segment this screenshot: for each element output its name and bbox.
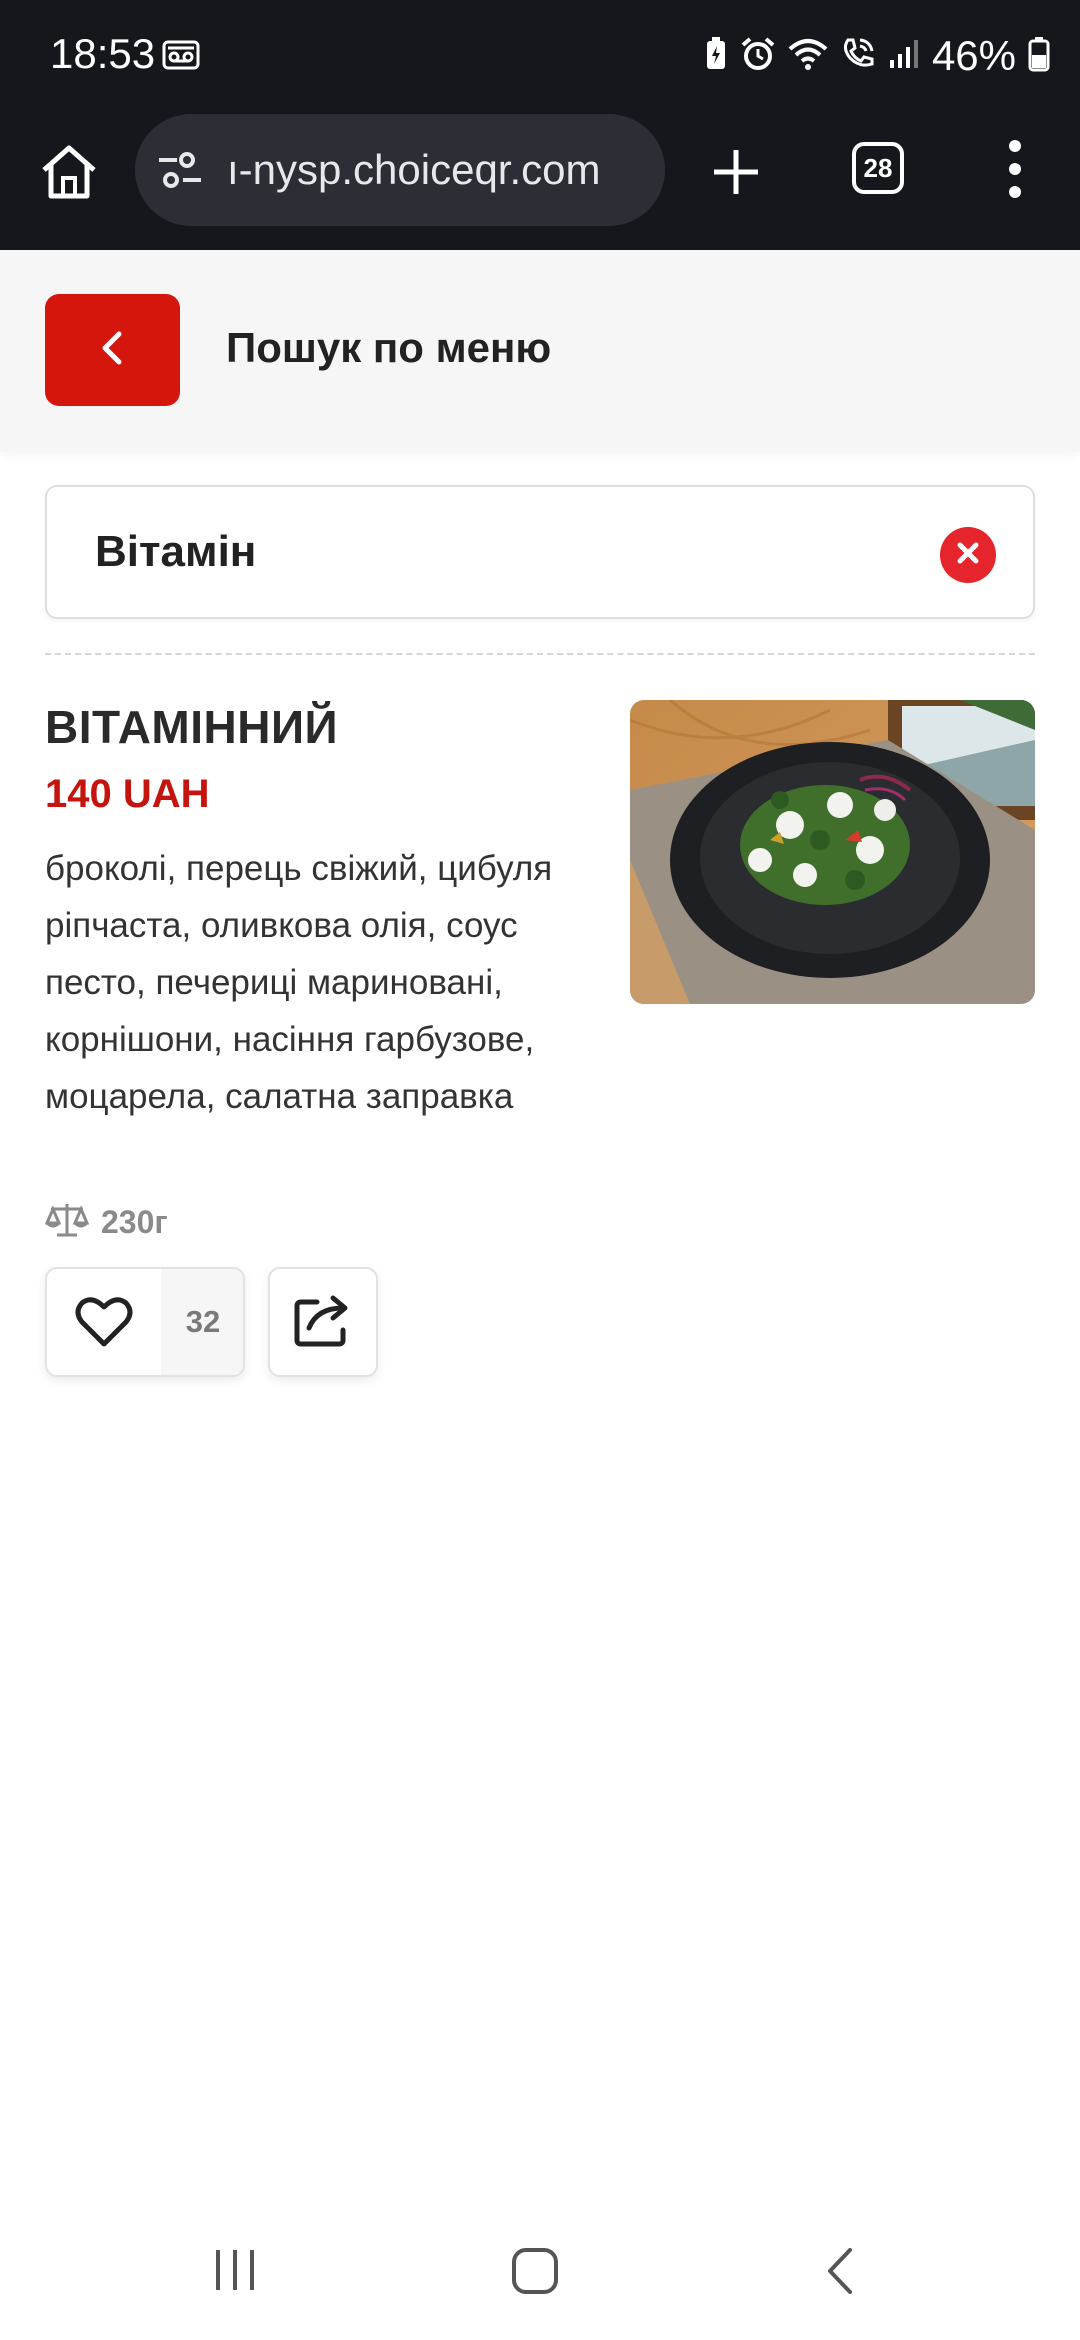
- tabs-icon[interactable]: 28: [852, 142, 904, 194]
- home-button-icon[interactable]: [510, 2246, 560, 2301]
- item-name[interactable]: ВІТАМІННИЙ: [45, 700, 338, 754]
- wifi-icon: [788, 37, 828, 76]
- browser-toolbar: ı-nysp.choiceqr.com 28: [0, 114, 1080, 250]
- search-box: [45, 485, 1035, 619]
- chevron-left-icon: [93, 328, 133, 373]
- close-icon: [954, 539, 982, 572]
- signal-icon: [888, 38, 920, 75]
- site-settings-icon[interactable]: [157, 150, 203, 195]
- share-icon: [293, 1292, 353, 1353]
- like-button[interactable]: 32: [45, 1267, 245, 1377]
- url-text[interactable]: ı-nysp.choiceqr.com: [227, 146, 657, 194]
- more-vert-icon[interactable]: [1000, 134, 1030, 204]
- page-header: Пошук по меню: [0, 250, 1080, 452]
- weight-row: 230г: [44, 1200, 168, 1244]
- home-icon[interactable]: [36, 140, 102, 206]
- like-count: 32: [161, 1269, 243, 1375]
- item-price: 140 UAH: [45, 772, 210, 816]
- back-icon[interactable]: [822, 2246, 858, 2301]
- heart-icon[interactable]: [47, 1269, 161, 1375]
- back-button[interactable]: [45, 294, 180, 406]
- item-weight: 230г: [101, 1203, 168, 1240]
- item-description: броколі, перець свіжий, цибуля ріпчаста,…: [45, 849, 553, 1116]
- plus-icon[interactable]: [704, 140, 768, 204]
- page-title: Пошук по меню: [226, 324, 552, 371]
- battery-icon: [1028, 36, 1050, 77]
- item-photo[interactable]: [630, 700, 1035, 1004]
- wifi-call-icon: [840, 36, 876, 77]
- divider: [45, 653, 1035, 655]
- system-nav-bar: [0, 2200, 1080, 2340]
- voicemail-icon: [162, 40, 200, 75]
- status-bar: 18:53 46%: [0, 0, 1080, 114]
- status-time: 18:53: [50, 30, 156, 77]
- battery-saver-icon: [704, 36, 728, 77]
- alarm-icon: [740, 36, 776, 77]
- search-input[interactable]: [93, 517, 893, 587]
- recent-apps-icon[interactable]: [212, 2248, 258, 2297]
- clear-search-button[interactable]: [940, 527, 996, 583]
- address-bar[interactable]: ı-nysp.choiceqr.com: [135, 114, 665, 226]
- status-icons: 46%: [704, 28, 1050, 84]
- tab-count: 28: [863, 152, 893, 183]
- scale-icon: [44, 1201, 90, 1244]
- share-button[interactable]: [268, 1267, 378, 1377]
- battery-percent: 46%: [931, 32, 1016, 79]
